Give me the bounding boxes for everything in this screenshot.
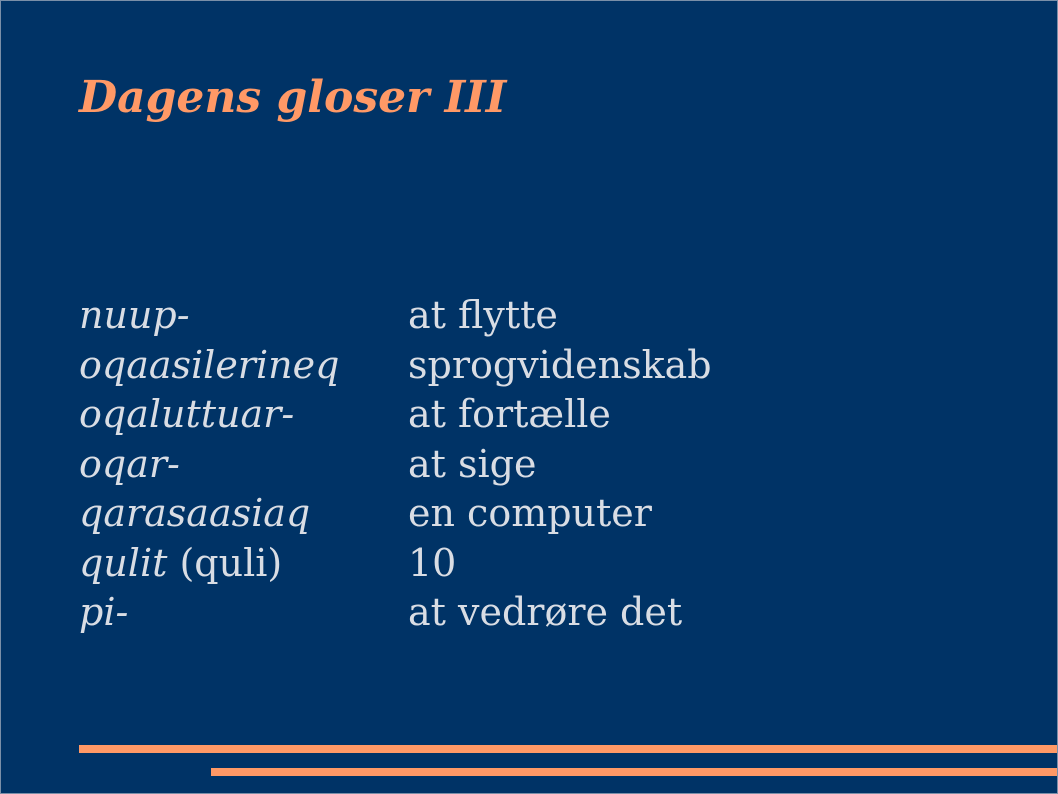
glossary-term: oqaluttuar- — [79, 390, 408, 440]
decorative-line-bottom — [211, 768, 1057, 776]
term-suffix: - — [176, 293, 190, 337]
glossary-definition: at sige — [408, 441, 537, 486]
term-word: oqaasilerineq — [79, 342, 340, 387]
glossary-definition: at fortælle — [408, 392, 611, 436]
glossary-row: oqar- at sige — [79, 440, 712, 490]
glossary-term: pi- — [79, 588, 408, 638]
slide-title: Dagens gloser III — [79, 72, 507, 123]
glossary-list: nuup- at flytte oqaasilerineq sprogviden… — [79, 291, 712, 638]
glossary-term: oqar- — [79, 440, 408, 490]
decorative-line-top — [79, 745, 1057, 753]
term-suffix: - — [167, 441, 180, 486]
glossary-definition: at vedrøre det — [408, 590, 683, 634]
glossary-definition: 10 — [408, 540, 457, 585]
glossary-definition: at flytte — [408, 293, 558, 337]
glossary-row: qarasaasiaq en computer — [79, 489, 712, 539]
term-word: nuup — [79, 293, 177, 337]
term-word: pi — [79, 590, 116, 634]
glossary-definition: en computer — [408, 491, 652, 535]
glossary-row: qulit (quli) 10 — [79, 539, 712, 589]
term-word: qarasaasiaq — [79, 491, 311, 535]
term-word: oqar — [79, 441, 168, 486]
glossary-term: oqaasilerineq — [79, 341, 408, 391]
glossary-term: qulit (quli) — [79, 539, 408, 589]
glossary-row: oqaasilerineq sprogvidenskab — [79, 341, 712, 391]
glossary-row: pi- at vedrøre det — [79, 588, 712, 638]
term-word: qulit — [79, 540, 168, 585]
glossary-term: nuup- — [79, 291, 408, 341]
glossary-term: qarasaasiaq — [79, 489, 408, 539]
term-note: (quli) — [167, 540, 283, 585]
term-suffix: - — [115, 590, 129, 634]
term-suffix: - — [281, 392, 295, 436]
glossary-row: nuup- at flytte — [79, 291, 712, 341]
glossary-row: oqaluttuar- at fortælle — [79, 390, 712, 440]
slide: Dagens gloser III nuup- at flytte oqaasi… — [0, 0, 1058, 794]
term-word: oqaluttuar — [79, 392, 282, 436]
glossary-definition: sprogvidenskab — [408, 342, 712, 387]
